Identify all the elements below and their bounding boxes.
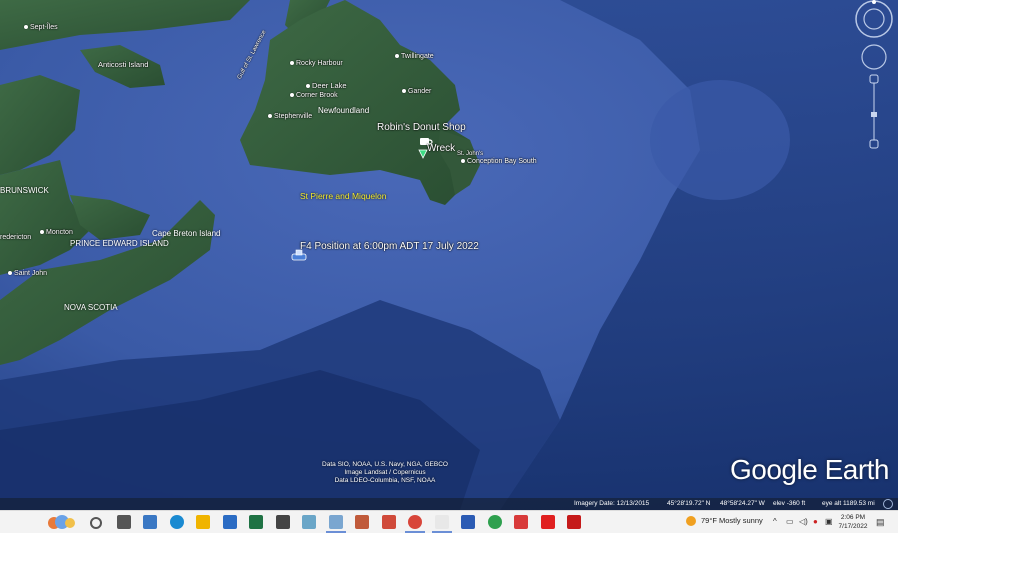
store-icon[interactable]: [222, 515, 237, 529]
network-icon[interactable]: ▭: [786, 517, 794, 526]
place-conception-bay: Conception Bay South: [461, 158, 537, 165]
acrobat-icon[interactable]: [567, 515, 581, 529]
file-explorer-icon[interactable]: [196, 515, 210, 529]
place-sept-iles: Sept-Îles: [24, 24, 58, 31]
system-clock[interactable]: 2:06 PM 7/17/2022: [836, 513, 870, 531]
region-nova-scotia: NOVA SCOTIA: [64, 303, 118, 312]
data-credits: Data SIO, NOAA, U.S. Navy, NGA, GEBCO Im…: [322, 461, 448, 484]
place-dot: [24, 25, 28, 30]
latitude-readout: 45°28'19.72" N: [667, 500, 711, 507]
volume-icon[interactable]: ◁): [799, 517, 808, 526]
navigation-controls: [848, 0, 898, 165]
app-icon-3[interactable]: [302, 515, 316, 529]
app-icon-1[interactable]: [143, 515, 157, 529]
google-drive-icon[interactable]: [487, 515, 502, 529]
weather-sun-icon[interactable]: [686, 516, 696, 526]
region-new-brunswick: BRUNSWICK: [0, 186, 49, 195]
windows-taskbar: 79°F Mostly sunny ^ ▭ ◁) ● ▣ 2:06 PM 7/1…: [0, 510, 898, 533]
notepad-icon[interactable]: [431, 515, 452, 533]
place-corner-brook: Corner Brook: [290, 92, 338, 99]
weather-text[interactable]: 79°F Mostly sunny: [701, 516, 763, 525]
streaming-status-icon: [883, 499, 893, 509]
place-cape-breton: Cape Breton Island: [152, 229, 221, 238]
chevron-up-icon[interactable]: ^: [773, 517, 777, 526]
notifications-icon[interactable]: ▤: [876, 517, 885, 528]
display-icon[interactable]: ▣: [825, 517, 833, 526]
paint-icon[interactable]: [325, 515, 346, 533]
map-imagery: [0, 0, 898, 510]
place-saint-john: Saint John: [8, 270, 47, 277]
zoom-slider-icon[interactable]: [869, 74, 879, 149]
place-fredericton: redericton: [0, 234, 32, 241]
placemark-robins-label[interactable]: Robin's Donut Shop: [377, 122, 466, 133]
google-earth-logo: Google Earth: [730, 454, 890, 485]
place-anticosti: Anticosti Island: [98, 60, 149, 69]
place-twillingate: Twillingate: [395, 53, 434, 60]
app-icon-4[interactable]: [355, 515, 369, 529]
place-deer-lake: Deer Lake: [306, 81, 347, 90]
app-icon-2[interactable]: [275, 515, 290, 529]
search-icon[interactable]: [90, 517, 102, 529]
placemark-f4-position[interactable]: F4 Position at 6:00pm ADT 17 July 2022: [300, 241, 479, 252]
place-moncton: Moncton: [40, 229, 73, 236]
place-gander: Gander: [402, 88, 431, 95]
app-icon-5[interactable]: [514, 515, 528, 529]
map-status-bar: Imagery Date: 12/13/2015 45°28'19.72" N …: [0, 498, 898, 510]
compass-icon[interactable]: [855, 0, 893, 38]
placemark-wreck-label[interactable]: Wreck: [427, 143, 455, 154]
place-st-pierre-miquelon: St Pierre and Miquelon: [300, 191, 387, 201]
longitude-readout: 48°58'24.27" W: [720, 500, 765, 507]
widget-icon[interactable]: [44, 513, 80, 531]
youtube-icon[interactable]: [540, 515, 555, 529]
region-newfoundland: Newfoundland: [318, 106, 370, 115]
place-st-johns: St. John's: [457, 151, 484, 157]
region-pei: PRINCE EDWARD ISLAND: [70, 239, 169, 248]
eye-altitude-readout: eye alt 1189.53 mi: [822, 500, 875, 507]
google-earth-map[interactable]: Sept-Îles Anticosti Island Gulf of St. L…: [0, 0, 898, 510]
imagery-date: Imagery Date: 12/13/2015: [574, 500, 650, 507]
excel-icon[interactable]: [249, 515, 263, 529]
antivirus-icon[interactable]: ●: [813, 517, 818, 526]
chrome-icon[interactable]: [405, 515, 425, 533]
elevation-readout: elev -360 ft: [773, 500, 806, 507]
calculator-icon[interactable]: [381, 515, 396, 529]
place-stephenville: Stephenville: [268, 113, 312, 120]
place-rocky-harbour: Rocky Harbour: [290, 60, 343, 67]
look-joystick-icon[interactable]: [861, 44, 887, 70]
snipping-icon[interactable]: [461, 515, 475, 529]
task-view-icon[interactable]: [116, 515, 131, 529]
edge-icon[interactable]: [169, 515, 184, 529]
